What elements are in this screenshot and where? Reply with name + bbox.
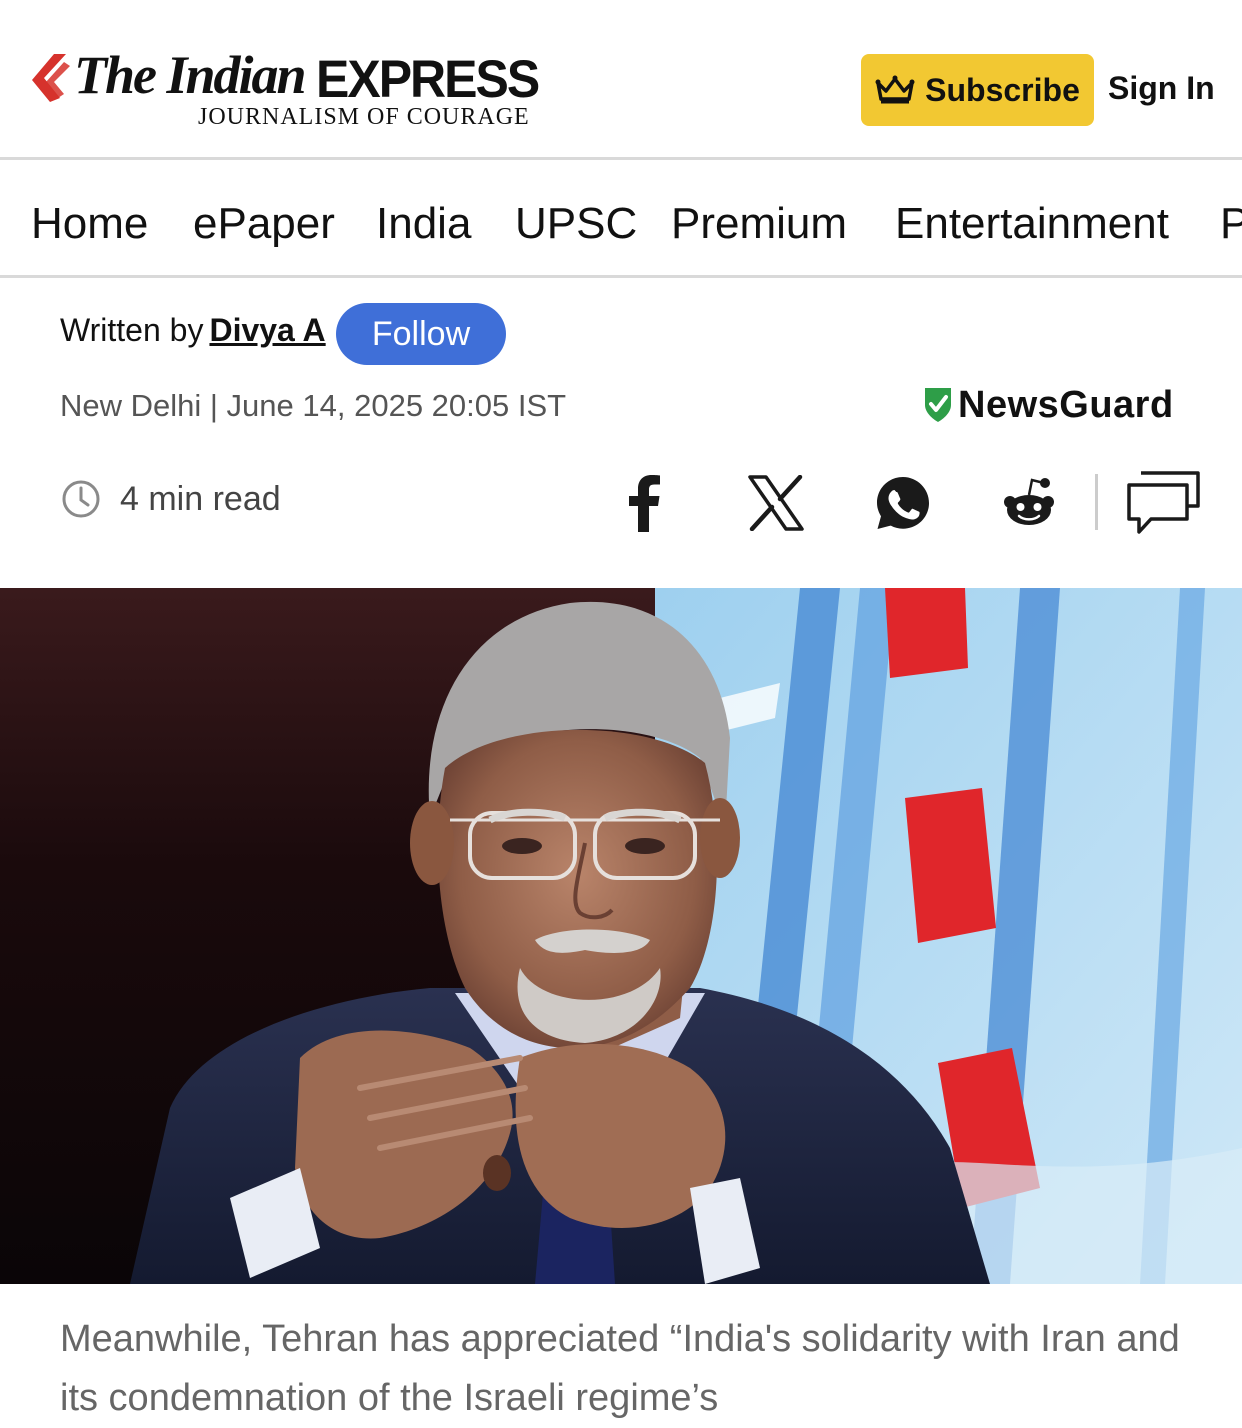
share-divider <box>1095 474 1098 530</box>
newsguard-badge[interactable]: NewsGuard <box>922 383 1174 427</box>
whatsapp-icon <box>877 477 929 529</box>
nav-item-india[interactable]: India <box>376 199 471 249</box>
nav-item-upsc[interactable]: UPSC <box>515 199 637 249</box>
reddit-icon <box>1004 478 1054 525</box>
facebook-icon <box>629 475 660 532</box>
share-whatsapp-button[interactable] <box>872 468 934 538</box>
hero-photo <box>0 588 1242 1284</box>
share-facebook-button[interactable] <box>616 468 672 538</box>
crown-icon <box>875 75 915 104</box>
read-time: 4 min read <box>60 478 281 520</box>
article-hero-image <box>0 588 1242 1284</box>
nav-item-truncated[interactable]: P <box>1220 199 1242 249</box>
logo-wordmark-express: EXPRESS <box>316 49 540 109</box>
subscribe-label: Subscribe <box>925 71 1080 108</box>
sign-in-link[interactable]: Sign In <box>1108 70 1215 107</box>
follow-button[interactable]: Follow <box>336 303 506 365</box>
logo-tagline: JOURNALISM OF COURAGE <box>198 104 530 130</box>
newsguard-label: NewsGuard <box>958 383 1174 426</box>
express-logo-mark-icon <box>32 54 70 102</box>
subscribe-button[interactable]: Subscribe <box>861 54 1094 126</box>
share-x-button[interactable] <box>744 468 808 538</box>
comments-button[interactable] <box>1124 468 1204 538</box>
byline: Written by Divya A <box>60 312 326 349</box>
nav-item-entertainment[interactable]: Entertainment <box>895 199 1169 249</box>
site-logo[interactable]: The Indian EXPRESS JOURNALISM OF COURAGE <box>30 44 540 136</box>
nav-item-epaper[interactable]: ePaper <box>193 199 335 249</box>
share-reddit-button[interactable] <box>998 468 1060 538</box>
newsguard-shield-icon <box>925 388 951 422</box>
written-by-label: Written by <box>60 312 204 348</box>
dateline: New Delhi | June 14, 2025 20:05 IST <box>60 388 567 423</box>
article-lead-paragraph: Meanwhile, Tehran has appreciated “India… <box>60 1318 1180 1419</box>
logo-wordmark-the-indian: The Indian <box>74 45 307 105</box>
comments-icon <box>1127 471 1200 534</box>
read-time-label: 4 min read <box>120 479 281 518</box>
site-header: The Indian EXPRESS JOURNALISM OF COURAGE… <box>0 0 1242 160</box>
x-icon <box>748 475 804 531</box>
author-link[interactable]: Divya A <box>209 312 325 348</box>
nav-item-home[interactable]: Home <box>31 199 148 249</box>
follow-label: Follow <box>371 314 471 353</box>
nav-item-premium[interactable]: Premium <box>671 199 847 249</box>
clock-icon <box>62 480 100 518</box>
main-nav: Home ePaper India UPSC Premium Entertain… <box>0 163 1242 278</box>
